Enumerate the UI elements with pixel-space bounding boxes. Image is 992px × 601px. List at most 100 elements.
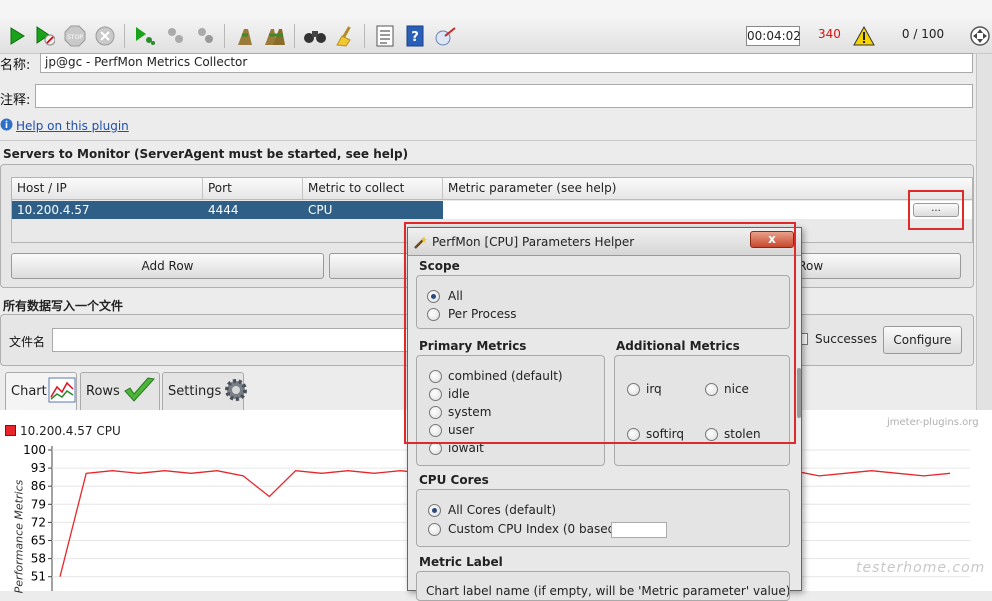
window-top-strip [0, 0, 992, 18]
wand-icon [413, 235, 427, 252]
start-icon[interactable] [5, 24, 29, 48]
parameter-ellipsis-button[interactable]: ... [913, 203, 959, 217]
column-header-port[interactable]: Port [203, 178, 303, 199]
filename-label: 文件名 [9, 335, 46, 349]
svg-text:?: ? [411, 30, 419, 45]
idle-radio[interactable] [429, 388, 442, 401]
stolen-label: stolen [724, 427, 761, 441]
tab-settings[interactable]: Settings [162, 372, 248, 410]
error-count: 340 [818, 27, 841, 41]
softirq-radio[interactable] [627, 428, 640, 441]
successes-label: Successes [815, 332, 877, 346]
help-link[interactable]: Help on this plugin [16, 119, 129, 133]
scope-title: Scope [419, 259, 460, 273]
legend-label: 10.200.4.57 CPU [20, 424, 121, 438]
y-tick-label: 93 [31, 461, 46, 475]
name-field[interactable]: jp@gc - PerfMon Metrics Collector [40, 53, 973, 73]
vertical-scrollbar[interactable] [976, 54, 992, 410]
info-icon [0, 118, 13, 134]
clear-icon[interactable] [233, 24, 257, 48]
chart-icon [48, 377, 76, 407]
user-radio[interactable] [429, 424, 442, 437]
custom-cpu-index-radio[interactable] [428, 523, 441, 536]
column-header-host[interactable]: Host / IP [12, 178, 203, 199]
dialog-titlebar[interactable]: PerfMon [CPU] Parameters Helper x [408, 228, 801, 256]
scope-per-process-radio[interactable] [427, 308, 440, 321]
custom-cpu-index-label: Custom CPU Index (0 based) [448, 522, 620, 536]
toolbar-separator [224, 24, 225, 48]
all-cores-label: All Cores (default) [448, 503, 557, 517]
y-axis-label: Performance Metrics [12, 479, 26, 594]
table-row[interactable]: 10.200.4.57 4444 CPU [12, 201, 972, 219]
iowait-label: iowait [448, 441, 484, 455]
dialog-title: PerfMon [CPU] Parameters Helper [432, 235, 635, 249]
cell-port[interactable]: 4444 [208, 203, 239, 217]
add-row-button[interactable]: Add Row [11, 253, 324, 279]
scope-all-radio[interactable] [427, 290, 440, 303]
metric-label-hint: Chart label name (if empty, will be 'Met… [426, 584, 790, 598]
search-icon[interactable] [303, 24, 327, 48]
tab-rows[interactable]: Rows [80, 372, 160, 410]
ssl-manager-icon[interactable] [433, 24, 457, 48]
irq-radio[interactable] [627, 383, 640, 396]
column-header-parameter[interactable]: Metric parameter (see help) [443, 178, 972, 199]
stolen-radio[interactable] [705, 428, 718, 441]
expand-icon[interactable] [968, 24, 992, 48]
divider [0, 140, 976, 141]
additional-metrics-panel: irq nice softirq stolen [614, 355, 790, 466]
clear-all-icon[interactable] [263, 24, 287, 48]
site-watermark: testerhome.com [856, 560, 986, 576]
remote-stop-icon[interactable] [163, 24, 187, 48]
help-icon[interactable]: ? [403, 24, 427, 48]
primary-metrics-panel: combined (default) idle system user iowa… [416, 355, 605, 466]
additional-metrics-title: Additional Metrics [616, 339, 740, 353]
function-helper-icon[interactable] [373, 24, 397, 48]
system-label: system [448, 405, 492, 419]
legend-swatch [5, 425, 16, 436]
cell-metric[interactable]: CPU [308, 203, 332, 217]
y-tick-label: 72 [31, 515, 46, 529]
close-button[interactable]: x [750, 231, 794, 248]
tab-chart[interactable]: Chart [5, 372, 77, 410]
jmeter-plugins-watermark: jmeter-plugins.org [887, 417, 979, 428]
scope-panel: All Per Process [416, 275, 790, 329]
combined-radio[interactable] [429, 370, 442, 383]
cpu-index-field[interactable] [611, 522, 667, 538]
remote-start-icon[interactable] [133, 24, 157, 48]
comment-label: 注释: [0, 93, 31, 108]
shutdown-icon[interactable] [93, 24, 117, 48]
y-tick-label: 65 [31, 534, 46, 548]
cell-host[interactable]: 10.200.4.57 [17, 203, 90, 217]
toolbar-separator [364, 24, 365, 48]
start-no-pause-icon[interactable] [33, 24, 57, 48]
iowait-radio[interactable] [429, 442, 442, 455]
comment-field[interactable] [35, 84, 973, 108]
idle-label: idle [448, 387, 470, 401]
tab-rows-label: Rows [86, 384, 120, 399]
active-threads: 0 / 100 [901, 27, 945, 41]
nice-radio[interactable] [705, 383, 718, 396]
elapsed-timer: 00:04:02 [746, 26, 801, 46]
softirq-label: softirq [646, 427, 684, 441]
toolbar-separator [124, 24, 125, 48]
name-label: 名称: [0, 58, 31, 73]
reset-search-icon[interactable] [333, 24, 357, 48]
y-tick-label: 79 [31, 497, 46, 511]
column-header-metric[interactable]: Metric to collect [303, 178, 443, 199]
cell-parameter[interactable] [443, 201, 972, 219]
stop-icon[interactable]: STOP [63, 24, 87, 48]
cpu-cores-panel: All Cores (default) Custom CPU Index (0 … [416, 489, 790, 547]
perfmon-parameters-dialog: PerfMon [CPU] Parameters Helper x Scope … [407, 227, 802, 601]
nice-label: nice [724, 382, 749, 396]
dialog-scrollbar-thumb[interactable] [797, 368, 801, 418]
configure-button[interactable]: Configure [883, 326, 962, 354]
system-radio[interactable] [429, 406, 442, 419]
remote-shutdown-icon[interactable] [193, 24, 217, 48]
warning-icon[interactable] [852, 24, 876, 48]
all-cores-radio[interactable] [428, 504, 441, 517]
scope-per-process-label: Per Process [448, 307, 517, 321]
cpu-cores-title: CPU Cores [419, 473, 489, 487]
checkmark-icon [122, 376, 156, 408]
filename-field[interactable] [52, 328, 412, 352]
main-toolbar: STOP ? 00:04:02 340 0 / 100 [0, 18, 992, 54]
